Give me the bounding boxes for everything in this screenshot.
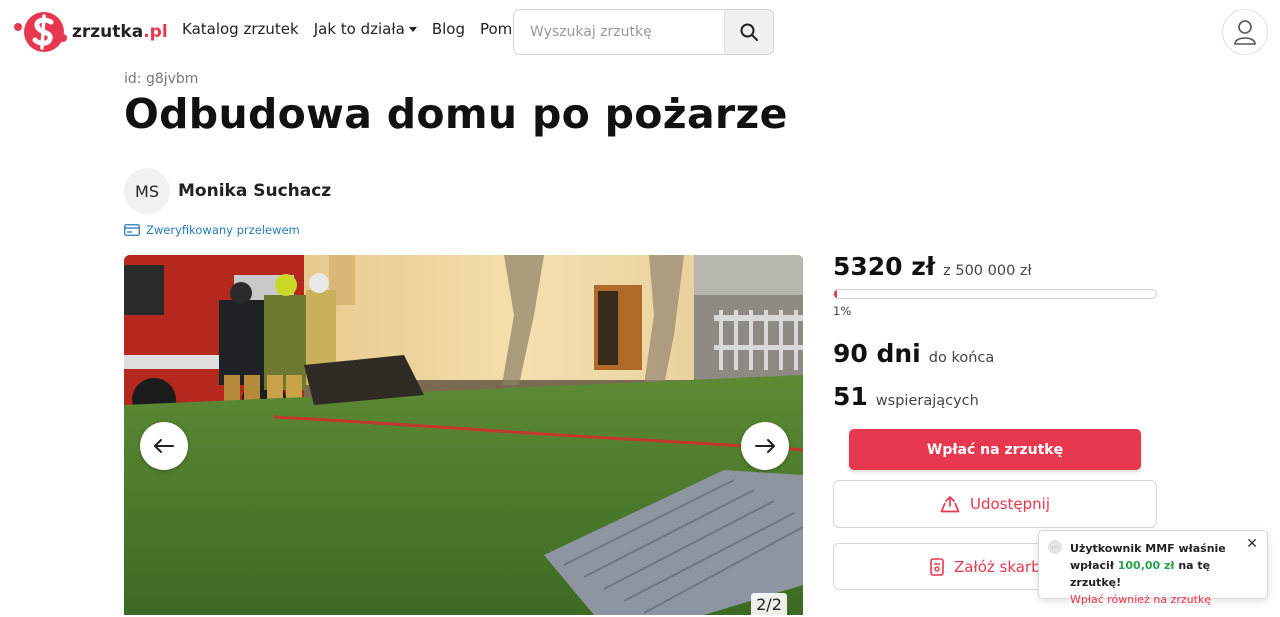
nav-catalog[interactable]: Katalog zrzutek	[182, 20, 299, 38]
arrow-right-icon	[755, 439, 775, 453]
search-button[interactable]	[724, 10, 773, 54]
piggybank-icon	[930, 557, 944, 576]
donation-notification: ··· Użytkownik MMF właśnie wpłacił 100,0…	[1038, 530, 1268, 606]
supporters-count: 51 wspierających	[833, 382, 979, 411]
verified-badge[interactable]: Zweryfikowany przelewem	[124, 223, 300, 237]
logo-text: zrzutka.pl	[72, 22, 168, 42]
progress-bar	[833, 289, 1157, 299]
search-icon	[740, 23, 758, 41]
share-button[interactable]: Udostępnij	[833, 480, 1157, 528]
supporters-suffix: wspierających	[875, 393, 979, 409]
gallery-prev-button[interactable]	[140, 422, 188, 470]
days-value: 90 dni	[833, 339, 921, 368]
verified-label: Zweryfikowany przelewem	[146, 223, 300, 237]
gallery-counter: 2/2	[751, 593, 787, 617]
search-input[interactable]	[514, 10, 724, 54]
nav-how-it-works-label: Jak to działa	[313, 20, 405, 38]
donor-avatar-icon: ···	[1048, 540, 1062, 554]
author[interactable]: MS Monika Suchacz	[124, 168, 331, 214]
gallery-photo	[124, 255, 803, 615]
fundraiser-id: id: g8jvbm	[124, 71, 199, 87]
notification-amount: 100,00 zł	[1117, 559, 1175, 572]
share-label: Udostępnij	[970, 495, 1050, 513]
days-left: 90 dni do końca	[833, 339, 994, 368]
share-icon	[940, 496, 960, 513]
top-navbar: zrzutka.pl Katalog zrzutek Jak to działa…	[0, 0, 1280, 64]
progress-fill	[834, 290, 838, 298]
avatar: MS	[124, 168, 170, 214]
logo-icon	[14, 12, 67, 52]
donate-button[interactable]: Wpłać na zrzutkę	[849, 429, 1141, 470]
arrow-left-icon	[154, 439, 174, 453]
notification-prefix: wpłacił	[1070, 559, 1118, 572]
notification-line2: wpłacił 100,00 zł na tę zrzutkę!	[1070, 557, 1257, 591]
caret-down-icon	[408, 27, 417, 32]
user-account-button[interactable]	[1222, 9, 1268, 55]
goal-value: z 500 000 zł	[943, 263, 1032, 279]
gallery-next-button[interactable]	[741, 422, 789, 470]
nav-blog[interactable]: Blog	[432, 20, 465, 38]
page-title: Odbudowa domu po pożarze	[124, 90, 788, 138]
close-icon[interactable]: ✕	[1246, 536, 1258, 553]
notification-line1: Użytkownik MMF właśnie	[1070, 542, 1226, 555]
logo[interactable]: zrzutka.pl	[12, 12, 168, 52]
search-box	[513, 9, 774, 55]
user-icon	[1234, 20, 1256, 45]
notification-donate-link[interactable]: Wpłać również na zrzutkę	[1070, 591, 1257, 608]
card-icon	[124, 224, 140, 236]
amount-raised: 5320 zł z 500 000 zł	[833, 252, 1032, 281]
progress-percent: 1%	[833, 304, 852, 318]
days-suffix: do końca	[928, 350, 995, 366]
raised-value: 5320 zł	[833, 252, 936, 281]
nav-how-it-works[interactable]: Jak to działa	[314, 20, 417, 38]
main-nav: Katalog zrzutek Jak to działa Blog Pomoc	[182, 20, 530, 38]
author-name: Monika Suchacz	[178, 181, 332, 201]
fire-scene-image	[124, 255, 803, 615]
supporters-value: 51	[833, 382, 868, 411]
